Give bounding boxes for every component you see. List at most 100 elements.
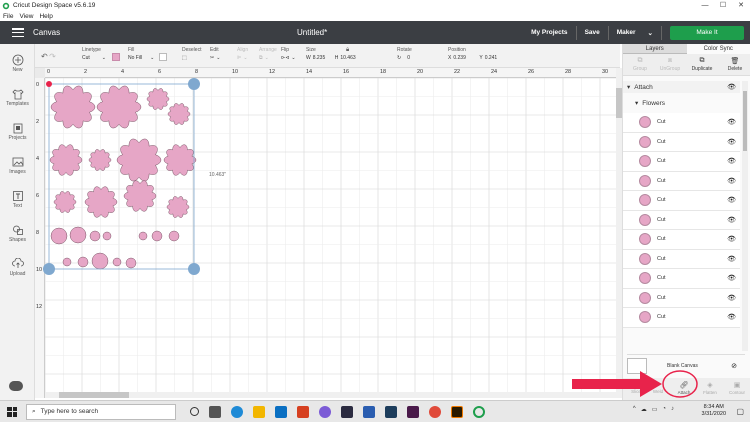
flower-shape[interactable] (53, 191, 77, 213)
windows-start-icon[interactable] (7, 406, 17, 417)
office-icon[interactable] (297, 405, 309, 418)
attach-group[interactable]: ▾ Attach 👁︎ (623, 81, 740, 93)
sidebar-item-images[interactable]: Images (0, 156, 35, 175)
delete-button[interactable]: 🗑︎ Delete (720, 57, 750, 72)
flower-shape[interactable] (84, 186, 118, 218)
chat-icon[interactable] (9, 381, 23, 391)
height-input[interactable]: 10.463 (340, 55, 355, 61)
layer-row[interactable]: Cut 👁︎ (623, 249, 740, 269)
taskbar-clock[interactable]: 8:34 AM 3/31/2020 (702, 404, 726, 418)
canvas-horizontal-scrollbar[interactable] (45, 392, 620, 398)
circle-shape[interactable] (112, 257, 122, 267)
layer-row[interactable]: Cut 👁︎ (623, 113, 740, 133)
circle-shape[interactable] (62, 257, 72, 267)
ungroup-button[interactable]: ⧈ UnGroup (655, 57, 685, 72)
make-it-button[interactable]: Make It (670, 25, 744, 40)
file-explorer-icon[interactable] (253, 405, 265, 418)
chrome-icon[interactable] (429, 405, 441, 418)
layer-row[interactable]: Cut 👁︎ (623, 191, 740, 211)
app-icon-3[interactable] (407, 405, 419, 418)
flower-shape[interactable] (96, 85, 142, 129)
weld-button[interactable]: ◑ Weld (645, 381, 671, 394)
eye-icon[interactable]: 👁︎ (727, 83, 736, 91)
layer-row[interactable]: Cut 👁︎ (623, 288, 740, 308)
flower-shape[interactable] (166, 196, 190, 218)
eye-icon[interactable]: 👁︎ (727, 177, 736, 185)
sidebar-item-text[interactable]: Text (0, 190, 35, 209)
flower-shape[interactable] (88, 149, 112, 171)
delete-handle[interactable] (46, 81, 52, 87)
circle-shape[interactable] (125, 257, 137, 269)
design-canvas[interactable]: 0 2 4 6 8 10 12 14 16 18 20 22 24 26 28 30 0 2 4 6 8 10 12 10… (35, 68, 616, 398)
flower-shape[interactable] (123, 180, 157, 212)
circle-shape[interactable] (168, 230, 180, 242)
menu-view[interactable]: View (19, 13, 33, 20)
notifications-icon[interactable]: ▢ (736, 407, 744, 416)
eye-icon[interactable]: 👁︎ (727, 216, 736, 224)
flower-shape[interactable] (167, 103, 191, 125)
circle-shape[interactable] (102, 231, 112, 241)
network-icon[interactable]: ☁ (641, 406, 647, 413)
flower-shape[interactable] (50, 85, 96, 129)
taskbar-search-input[interactable]: ⌕ Type here to search (26, 403, 176, 420)
eye-icon[interactable]: 👁︎ (727, 255, 736, 263)
eye-icon[interactable]: 👁︎ (727, 274, 736, 282)
redo-icon[interactable]: ↷ (49, 52, 56, 61)
group-button[interactable]: ⧉ Group (625, 57, 655, 72)
eye-icon[interactable]: 👁︎ (727, 235, 736, 243)
sidebar-item-shapes[interactable]: Shapes (0, 224, 35, 243)
save-button[interactable]: Save (585, 29, 600, 36)
flower-shape[interactable] (49, 144, 83, 176)
layer-row[interactable]: Cut 👁︎ (623, 308, 740, 328)
hamburger-menu-icon[interactable] (12, 28, 24, 37)
chevron-up-icon[interactable]: ^ (633, 406, 636, 413)
layer-row[interactable]: Cut 👁︎ (623, 269, 740, 289)
y-input[interactable]: 0.241 (485, 55, 498, 61)
viber-icon[interactable] (319, 405, 331, 418)
layer-row[interactable]: Cut 👁︎ (623, 230, 740, 250)
linetype-control[interactable]: Linetype Cut ⌄ (82, 47, 106, 61)
circle-shape[interactable] (91, 252, 109, 270)
menu-file[interactable]: File (3, 13, 13, 20)
undo-icon[interactable]: ↶ (41, 52, 48, 61)
flower-shape[interactable] (146, 88, 170, 110)
linetype-color-swatch[interactable] (112, 53, 120, 63)
app-icon-2[interactable] (385, 405, 397, 418)
blank-canvas-row[interactable]: Blank Canvas ⊘ (627, 354, 745, 376)
x-input[interactable]: 0.239 (453, 55, 477, 61)
resize-handle[interactable] (188, 263, 200, 275)
tab-color-sync[interactable]: Color Sync (687, 44, 750, 54)
eye-icon[interactable]: 👁︎ (727, 118, 736, 126)
cricut-taskbar-icon[interactable] (473, 405, 485, 418)
arrange-control[interactable]: Arrange ⧉ ⌄ (259, 47, 277, 61)
duplicate-button[interactable]: ⧉ Duplicate (687, 57, 717, 72)
fill-control[interactable]: Fill No Fill ⌄ (128, 47, 154, 61)
sidebar-item-new[interactable]: New (0, 54, 35, 73)
sidebar-item-templates[interactable]: Templates (0, 88, 35, 107)
menu-help[interactable]: Help (39, 13, 52, 20)
sidebar-item-upload[interactable]: Upload (0, 258, 35, 277)
rotate-handle[interactable] (188, 78, 200, 90)
sidebar-item-projects[interactable]: Projects (0, 122, 35, 141)
width-input[interactable]: 8.235 (313, 55, 333, 61)
circle-shape[interactable] (69, 226, 87, 244)
flower-shape[interactable] (116, 138, 162, 182)
tab-layers[interactable]: Layers (623, 44, 687, 54)
volume-icon[interactable]: ♪ (671, 406, 674, 413)
chevron-down-icon[interactable]: ▾ (627, 83, 630, 91)
lock-handle[interactable] (43, 263, 55, 275)
layers-scrollbar[interactable] (742, 81, 748, 351)
circle-shape[interactable] (77, 256, 89, 268)
eye-icon[interactable]: 👁︎ (727, 294, 736, 302)
rotate-input[interactable]: 0 (407, 55, 410, 61)
eye-hidden-icon[interactable]: ⊘ (731, 362, 737, 370)
circle-shape[interactable] (89, 230, 101, 242)
eye-icon[interactable]: 👁︎ (727, 138, 736, 146)
flowers-group[interactable]: ▾ Flowers (623, 97, 740, 109)
machine-dropdown[interactable]: Maker ⌄ (617, 29, 653, 37)
flip-control[interactable]: Flip ⊳⊲ ⌄ (281, 47, 296, 61)
close-button[interactable]: ✕ (732, 0, 750, 11)
layer-row[interactable]: Cut 👁︎ (623, 210, 740, 230)
my-projects-button[interactable]: My Projects (531, 29, 568, 36)
edge-icon[interactable] (231, 405, 243, 418)
